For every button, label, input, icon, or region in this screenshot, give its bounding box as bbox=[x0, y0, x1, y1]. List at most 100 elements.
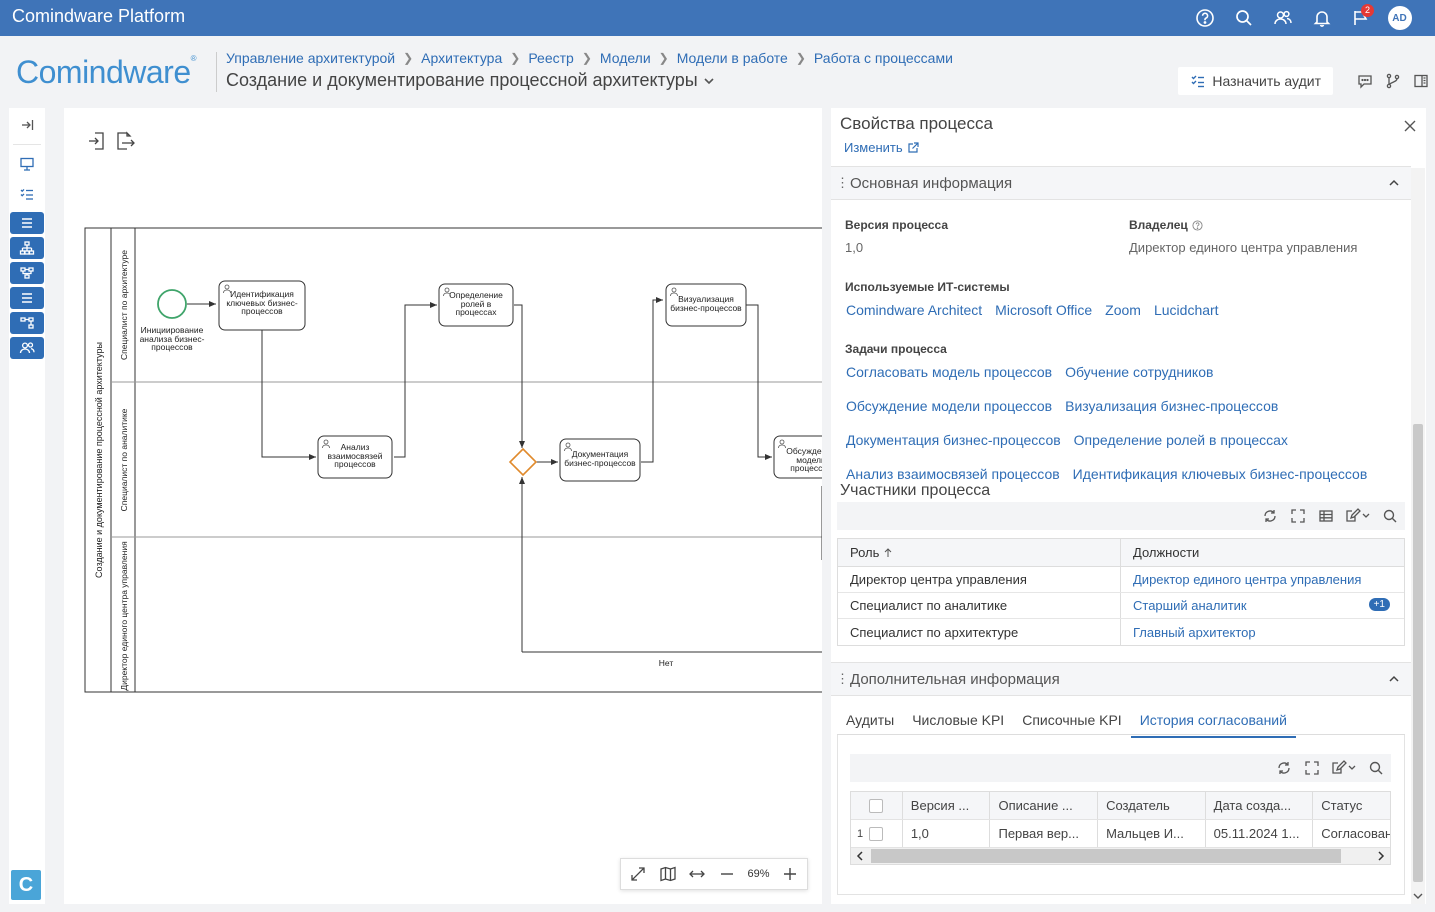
col-status[interactable]: Статус bbox=[1313, 792, 1390, 819]
task-visualization[interactable]: Визуализация бизнес-процессов bbox=[665, 283, 747, 327]
expand-icon[interactable] bbox=[1301, 757, 1323, 779]
breadcrumb-item-2[interactable]: Архитектура bbox=[421, 50, 502, 66]
table-view-icon[interactable] bbox=[1315, 505, 1337, 527]
expand-sidebar-icon[interactable] bbox=[9, 110, 45, 140]
main-info-section-header[interactable]: ⋮ Основная информация bbox=[831, 166, 1411, 200]
drag-handle-icon[interactable]: ⋮ bbox=[836, 671, 849, 687]
breadcrumb-item-6[interactable]: Работа с процессами bbox=[814, 50, 953, 66]
zoom-out-icon[interactable] bbox=[714, 861, 740, 887]
help-icon[interactable] bbox=[1185, 6, 1224, 30]
network-icon[interactable] bbox=[10, 312, 44, 334]
hierarchy-icon[interactable] bbox=[10, 237, 44, 259]
breadcrumb-item-3[interactable]: Реестр bbox=[528, 50, 574, 66]
it-system-tag[interactable]: Microsoft Office bbox=[995, 301, 1092, 319]
select-all-checkbox[interactable] bbox=[869, 798, 884, 813]
task-roles[interactable]: Определение ролей в процессах bbox=[438, 283, 514, 327]
table-row[interactable]: Специалист по архитектуре Главный архите… bbox=[838, 619, 1404, 645]
extra-info-section-header[interactable]: ⋮ Дополнительная информация bbox=[831, 662, 1411, 696]
table-row[interactable]: Специалист по аналитике Старший аналитик… bbox=[838, 593, 1404, 619]
flow-icon[interactable] bbox=[10, 262, 44, 284]
minimap-icon[interactable] bbox=[655, 861, 681, 887]
panel-toggle-icon[interactable] bbox=[1407, 67, 1435, 95]
search-icon[interactable] bbox=[1379, 505, 1401, 527]
it-system-tag[interactable]: Zoom bbox=[1105, 301, 1141, 319]
search-icon[interactable] bbox=[1224, 6, 1263, 30]
chevron-up-icon[interactable] bbox=[1387, 176, 1401, 190]
monitor-icon[interactable] bbox=[9, 149, 45, 179]
it-system-tag[interactable]: Lucidchart bbox=[1154, 301, 1219, 319]
task-tag[interactable]: Визуализация бизнес-процессов bbox=[1065, 397, 1278, 415]
table-row[interactable]: Директор центра управления Директор един… bbox=[838, 567, 1404, 593]
close-icon[interactable] bbox=[1402, 118, 1418, 134]
horizontal-scrollbar[interactable] bbox=[851, 848, 1390, 864]
people-icon[interactable] bbox=[10, 337, 44, 359]
messages-icon[interactable]: 2 bbox=[1341, 4, 1380, 30]
task-list-icon[interactable] bbox=[9, 179, 45, 209]
refresh-icon[interactable] bbox=[1259, 505, 1281, 527]
task-documentation[interactable]: Документация бизнес-процессов bbox=[559, 438, 641, 482]
task-tag[interactable]: Обучение сотрудников bbox=[1065, 363, 1213, 381]
chevron-down-icon[interactable] bbox=[1413, 891, 1423, 901]
chevron-right-icon[interactable] bbox=[1376, 851, 1386, 861]
it-system-tag[interactable]: Comindware Architect bbox=[846, 301, 982, 319]
col-creator[interactable]: Создатель bbox=[1098, 792, 1206, 819]
refresh-icon[interactable] bbox=[1273, 757, 1295, 779]
position-link[interactable]: Главный архитектор bbox=[1133, 625, 1256, 640]
menu-icon[interactable] bbox=[10, 287, 44, 309]
task-tag[interactable]: Документация бизнес-процессов bbox=[846, 431, 1061, 449]
start-event[interactable] bbox=[157, 289, 187, 319]
list-icon[interactable] bbox=[10, 212, 44, 234]
fullscreen-icon[interactable] bbox=[625, 861, 651, 887]
bell-icon[interactable] bbox=[1302, 6, 1341, 30]
row-checkbox[interactable] bbox=[869, 826, 883, 841]
edit-link[interactable]: Изменить bbox=[844, 140, 919, 155]
col-description[interactable]: Описание ... bbox=[990, 792, 1099, 819]
diagram-canvas[interactable]: Создание и документирование процессной а… bbox=[64, 108, 822, 904]
top-bar: Comindware Platform 2 AD bbox=[0, 0, 1435, 36]
expand-icon[interactable] bbox=[1287, 505, 1309, 527]
chevron-up-icon[interactable] bbox=[1387, 672, 1401, 686]
drag-handle-icon[interactable]: ⋮ bbox=[836, 175, 849, 191]
branch-icon[interactable] bbox=[1379, 67, 1407, 95]
vertical-scroll-thumb[interactable] bbox=[1413, 424, 1423, 882]
app-title[interactable]: Comindware Platform bbox=[12, 6, 185, 27]
task-tag[interactable]: Обсуждение модели процессов bbox=[846, 397, 1052, 415]
chevron-left-icon[interactable] bbox=[855, 851, 865, 861]
vertical-scrollbar[interactable] bbox=[1411, 168, 1425, 904]
more-positions-badge[interactable]: +1 bbox=[1368, 598, 1390, 611]
page-title[interactable]: Создание и документирование процессной а… bbox=[226, 70, 716, 91]
bpmn-diagram[interactable]: Создание и документирование процессной а… bbox=[64, 108, 822, 904]
col-version[interactable]: Версия ... bbox=[903, 792, 991, 819]
col-date[interactable]: Дата созда... bbox=[1206, 792, 1314, 819]
fit-width-icon[interactable] bbox=[684, 861, 710, 887]
breadcrumb-item-4[interactable]: Модели bbox=[600, 50, 651, 66]
table-row[interactable]: 1 1,0 Первая вер... Мальцев И... 05.11.2… bbox=[851, 820, 1390, 848]
role-column-header[interactable]: Роль bbox=[838, 539, 1121, 566]
positions-column-header[interactable]: Должности bbox=[1121, 539, 1404, 566]
position-link[interactable]: Старший аналитик bbox=[1133, 598, 1247, 613]
assign-audit-button[interactable]: Назначить аудит bbox=[1178, 67, 1333, 95]
user-avatar[interactable]: AD bbox=[1380, 6, 1419, 30]
edit-dropdown-icon[interactable] bbox=[1343, 505, 1373, 527]
task-tag[interactable]: Определение ролей в процессах bbox=[1074, 431, 1288, 449]
task-identification[interactable]: Идентификация ключевых бизнес-процессов bbox=[218, 280, 306, 331]
comindware-c-logo[interactable]: C bbox=[11, 870, 41, 900]
task-tag[interactable]: Анализ взаимосвязей процессов bbox=[846, 465, 1060, 483]
task-tag[interactable]: Согласовать модель процессов bbox=[846, 363, 1052, 381]
breadcrumb-item-5[interactable]: Модели в работе bbox=[677, 50, 788, 66]
search-icon[interactable] bbox=[1365, 757, 1387, 779]
task-analysis[interactable]: Анализ взаимосвязей процессов bbox=[317, 435, 393, 479]
gateway[interactable] bbox=[508, 447, 538, 477]
horizontal-scroll-thumb[interactable] bbox=[871, 849, 1341, 863]
comments-icon[interactable] bbox=[1351, 67, 1379, 95]
edit-dropdown-icon[interactable] bbox=[1329, 757, 1359, 779]
breadcrumb-item-1[interactable]: Управление архитектурой bbox=[226, 50, 395, 66]
zoom-in-icon[interactable] bbox=[777, 861, 803, 887]
comindware-logo[interactable]: Comindware® bbox=[16, 54, 197, 91]
task-discussion[interactable]: Обсуждение модели процессов bbox=[773, 435, 822, 479]
task-tag[interactable]: Идентификация ключевых бизнес-процессов bbox=[1073, 465, 1368, 483]
chevron-down-icon[interactable] bbox=[702, 74, 716, 88]
users-icon[interactable] bbox=[1263, 6, 1302, 30]
help-icon[interactable] bbox=[1192, 219, 1203, 231]
position-link[interactable]: Директор единого центра управления bbox=[1133, 572, 1361, 587]
